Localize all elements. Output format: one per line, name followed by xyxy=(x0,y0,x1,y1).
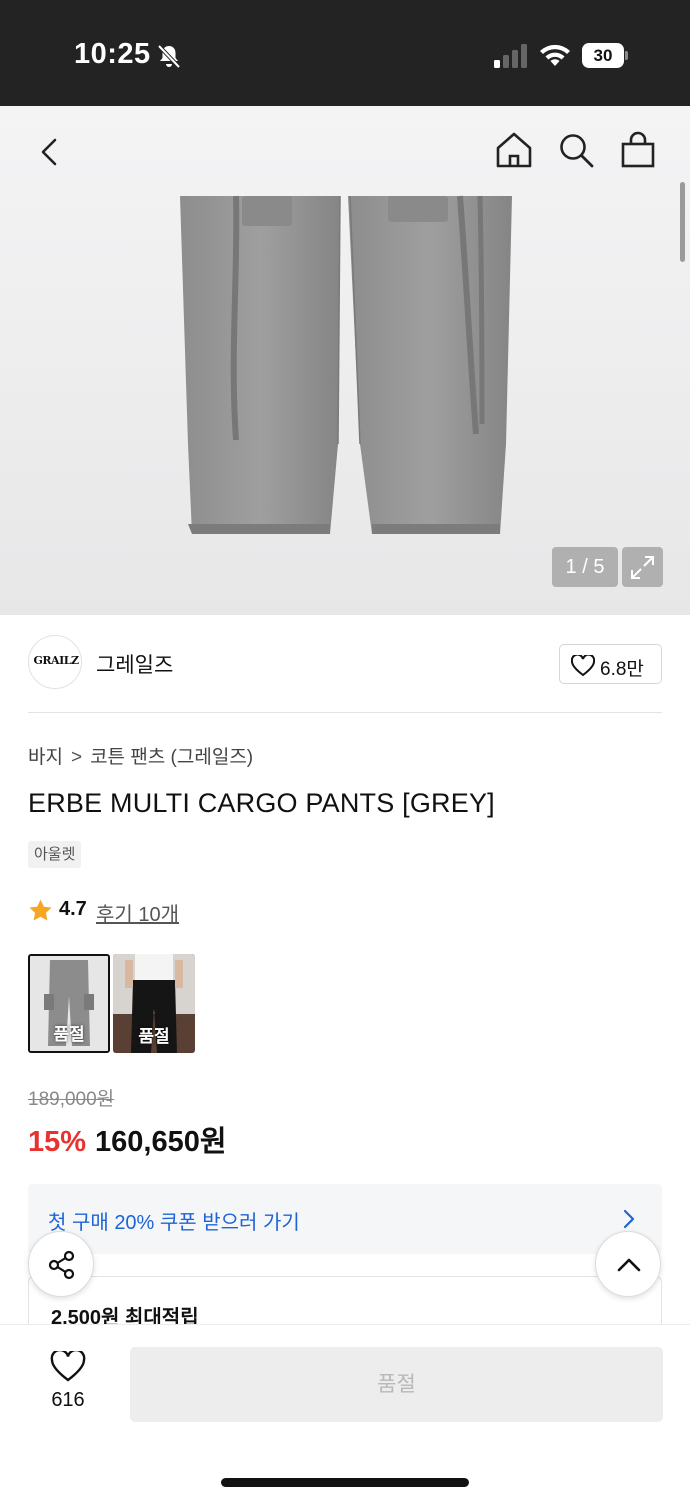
discount-rate: 15% xyxy=(28,1126,87,1158)
home-indicator xyxy=(221,1478,469,1487)
brand-name[interactable]: 그레일즈 xyxy=(96,649,173,679)
signal-icon xyxy=(494,44,527,68)
brand-row: GRAILZ 그레일즈 6.8만 xyxy=(28,635,662,713)
wifi-icon xyxy=(540,44,570,66)
star-icon xyxy=(29,899,52,921)
review-link[interactable]: 후기 10개 xyxy=(96,898,179,927)
heart-icon[interactable] xyxy=(50,1351,86,1383)
breadcrumb-category[interactable]: 바지 xyxy=(28,747,63,768)
share-button[interactable] xyxy=(28,1231,94,1297)
original-price: 189,000원 xyxy=(28,1089,115,1110)
status-time: 10:25 xyxy=(74,38,151,70)
chevron-up-icon xyxy=(617,1258,641,1272)
sale-price: 160,650원 xyxy=(95,1126,227,1158)
product-gallery[interactable]: 1 / 5 xyxy=(0,106,690,615)
gallery-pager: 1 / 5 xyxy=(552,547,618,587)
search-icon[interactable] xyxy=(556,130,596,170)
share-icon xyxy=(48,1250,75,1280)
product-image xyxy=(180,195,512,534)
brand-logo[interactable]: GRAILZ xyxy=(28,635,82,689)
outlet-badge: 아울렛 xyxy=(28,841,82,868)
coupon-text: 첫 구매 20% 쿠폰 받으러 가기 xyxy=(48,1212,300,1234)
variant-thumbnail[interactable]: 품절 xyxy=(113,954,195,1053)
brand-logo-text: GRAILZ xyxy=(33,654,79,667)
expand-icon xyxy=(631,556,654,579)
brand-like-count: 6.8만 xyxy=(600,659,644,680)
chevron-right-icon xyxy=(623,1209,635,1229)
bottom-action-bar: 616 품절 xyxy=(0,1324,690,1500)
scrollbar[interactable] xyxy=(680,182,685,262)
status-bar: 10:25 30 xyxy=(0,0,690,106)
breadcrumb: 바지 > 코튼 팬츠 (그레일즈) xyxy=(28,742,253,769)
soldout-button[interactable]: 품절 xyxy=(130,1347,663,1422)
breadcrumb-subcategory[interactable]: 코튼 팬츠 (그레일즈) xyxy=(90,747,253,768)
variant-soldout-label: 품절 xyxy=(53,1025,85,1044)
variant-thumbnail[interactable]: 품절 xyxy=(28,954,110,1053)
like-count: 616 xyxy=(51,1389,85,1411)
battery-level: 30 xyxy=(582,43,624,68)
product-title: ERBE MULTI CARGO PANTS [GREY] xyxy=(28,788,495,818)
scroll-top-button[interactable] xyxy=(595,1231,661,1297)
home-icon[interactable] xyxy=(494,130,534,170)
brand-like-button[interactable]: 6.8만 xyxy=(559,644,662,684)
bag-icon[interactable] xyxy=(618,130,658,170)
back-icon[interactable] xyxy=(30,132,70,172)
battery-tip xyxy=(625,51,628,60)
sale-price-row: 15% 160,650원 xyxy=(28,1118,227,1160)
rating-value: 4.7 xyxy=(59,898,87,920)
expand-button[interactable] xyxy=(622,547,663,587)
heart-icon xyxy=(571,655,595,677)
coupon-banner[interactable]: 첫 구매 20% 쿠폰 받으러 가기 xyxy=(28,1184,662,1254)
variant-soldout-label: 품절 xyxy=(138,1027,170,1046)
battery-indicator: 30 xyxy=(582,43,628,68)
bell-slash-icon xyxy=(157,44,181,69)
breadcrumb-separator: > xyxy=(70,747,83,768)
